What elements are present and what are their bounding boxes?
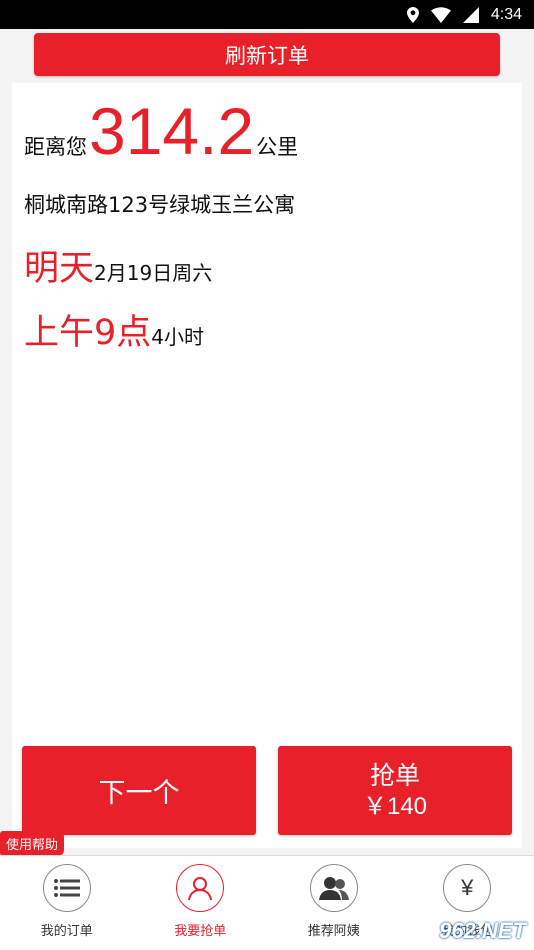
yen-icon: ¥ <box>443 864 491 912</box>
tab-label: 我要抢单 <box>174 920 226 939</box>
grab-order-label: 抢单 <box>370 760 420 792</box>
distance-line: 距离您 314.2 公里 <box>24 91 298 171</box>
grab-order-price: ￥140 <box>363 792 427 822</box>
order-card: 距离您 314.2 公里 桐城南路123号绿城玉兰公寓 明天 2月19日周六 上… <box>12 83 522 848</box>
watermark: 962.NET <box>439 918 526 944</box>
status-time: 4:34 <box>491 5 522 24</box>
distance-unit: 公里 <box>256 131 298 161</box>
date-line: 明天 2月19日周六 <box>24 240 212 291</box>
date-text: 2月19日周六 <box>94 257 212 286</box>
tab-label: 我的订单 <box>41 920 93 939</box>
tab-grab-orders[interactable]: 我要抢单 <box>134 856 268 950</box>
signal-icon <box>463 7 479 23</box>
distance-prefix: 距离您 <box>24 131 87 161</box>
person-icon <box>176 864 224 912</box>
people-icon <box>310 864 358 912</box>
list-icon <box>43 864 91 912</box>
next-order-label: 下一个 <box>99 771 180 810</box>
tab-my-orders[interactable]: 我的订单 <box>0 856 134 950</box>
help-button[interactable]: 使用帮助 <box>0 831 64 856</box>
time-line: 上午9点 4小时 <box>24 304 204 355</box>
day-label: 明天 <box>24 240 94 291</box>
status-icons: 4:34 <box>407 5 522 24</box>
time-label: 上午9点 <box>24 304 151 355</box>
refresh-orders-button[interactable]: 刷新订单 <box>34 33 500 76</box>
status-bar: 4:34 <box>0 0 534 29</box>
duration-text: 4小时 <box>151 321 204 350</box>
order-address: 桐城南路123号绿城玉兰公寓 <box>24 189 295 219</box>
distance-value: 314.2 <box>89 91 254 171</box>
next-order-button[interactable]: 下一个 <box>22 746 256 835</box>
tab-label: 推荐阿姨 <box>308 920 360 939</box>
grab-order-button[interactable]: 抢单 ￥140 <box>278 746 512 835</box>
tab-recommend-aunty[interactable]: 推荐阿姨 <box>267 856 401 950</box>
wifi-icon <box>431 7 451 23</box>
bottom-tab-bar: 我的订单 我要抢单 推荐阿姨 ¥ 我的钱包 962.NET <box>0 855 534 950</box>
location-icon <box>407 7 419 23</box>
